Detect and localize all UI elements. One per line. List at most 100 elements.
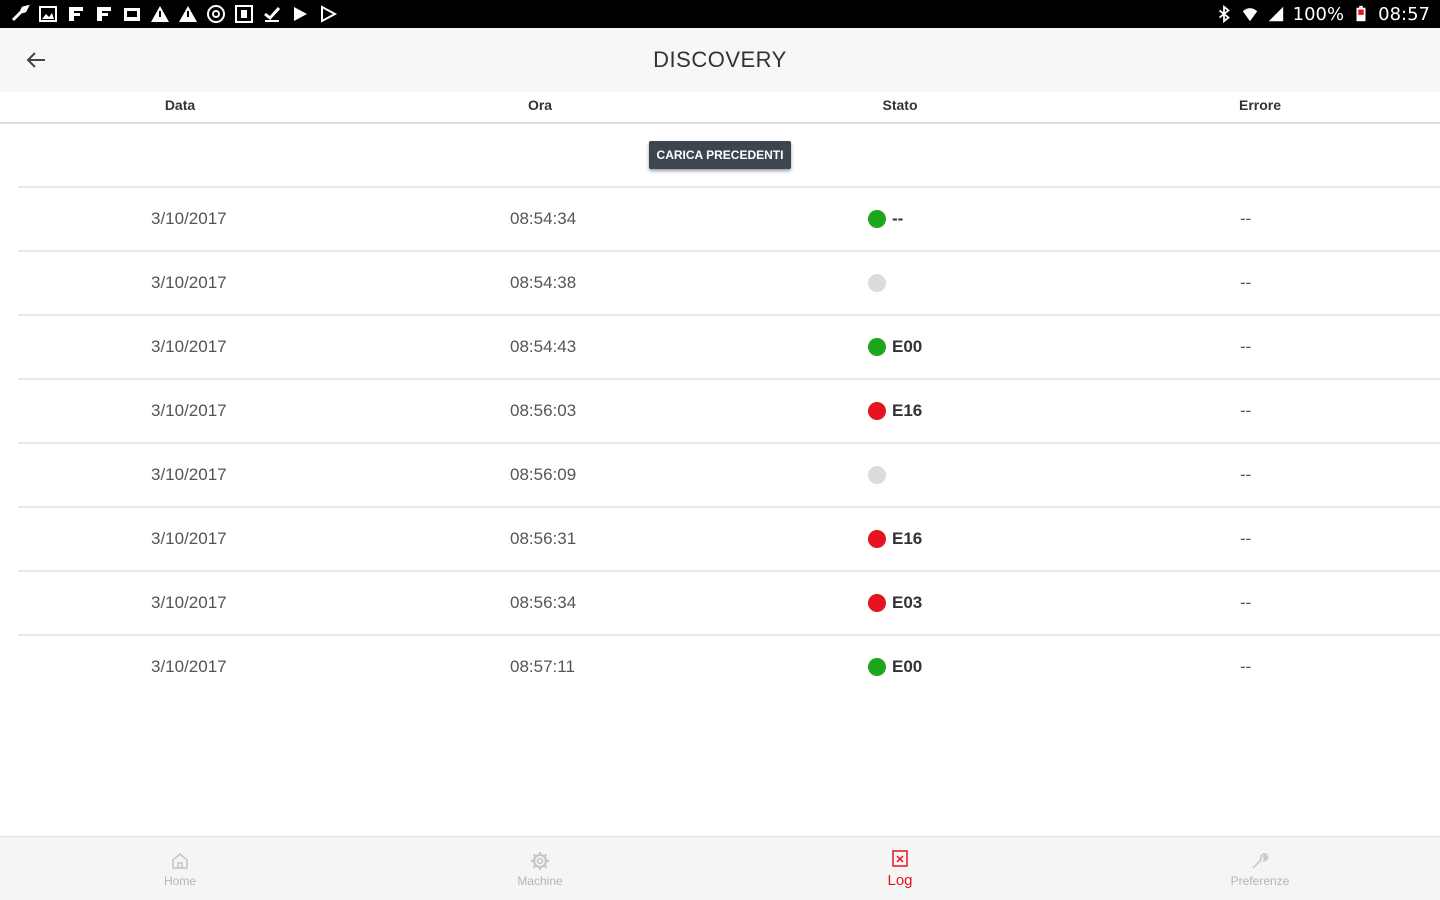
table-row[interactable]: 3/10/2017 08:56:09 -- [18, 442, 1440, 506]
row-error: -- [1240, 593, 1252, 612]
nav-label: Preferenze [1230, 873, 1290, 888]
row-date: 3/10/2017 [151, 593, 227, 612]
nav-label: Log [887, 872, 913, 889]
system-status: 100% 08:57 [1215, 4, 1430, 25]
back-button[interactable] [14, 44, 58, 76]
column-header-stato: Stato [882, 97, 918, 113]
play-icon [294, 7, 307, 21]
battery-percent: 100% [1292, 3, 1345, 25]
app-bar: DISCOVERY [0, 28, 1440, 92]
row-status: -- [868, 209, 903, 229]
status-dot-red [868, 530, 886, 548]
status-dot-green [868, 210, 886, 228]
at-icon [207, 5, 225, 23]
table-header: Data Ora Stato Errore [0, 92, 1440, 124]
row-time: 08:56:03 [510, 401, 577, 420]
wifi-icon [1242, 8, 1257, 22]
warning-icon [179, 6, 197, 22]
row-error: -- [1240, 209, 1252, 228]
check-icon [264, 6, 281, 22]
row-time: 08:56:34 [510, 593, 577, 612]
nav-machine[interactable]: Machine [360, 837, 720, 900]
log-icon [892, 850, 908, 867]
row-date: 3/10/2017 [151, 465, 227, 484]
home-icon [172, 852, 188, 869]
clock: 08:57 [1378, 3, 1430, 25]
row-status [868, 274, 892, 292]
signal-icon [1268, 6, 1283, 22]
notification-icons [10, 4, 338, 24]
status-bar: 100% 08:57 [0, 0, 1440, 28]
wrench-icon [11, 4, 30, 22]
gallery-icon [124, 8, 140, 21]
row-status: E16 [868, 401, 922, 421]
status-code: E03 [892, 593, 923, 612]
image-icon [39, 6, 57, 22]
row-date: 3/10/2017 [151, 337, 227, 356]
nav-preferences[interactable]: Preferenze [1080, 837, 1440, 900]
row-status [868, 466, 892, 484]
page-title: DISCOVERY [653, 47, 787, 72]
row-error: -- [1240, 401, 1252, 420]
status-code: E00 [892, 337, 923, 356]
row-date: 3/10/2017 [151, 529, 227, 548]
table-row[interactable]: 3/10/2017 08:56:31 E16 -- [18, 506, 1440, 570]
bluetooth-icon [1218, 5, 1230, 23]
nav-home[interactable]: Home [0, 837, 360, 900]
status-code: E16 [892, 529, 923, 548]
row-time: 08:54:43 [510, 337, 577, 356]
row-date: 3/10/2017 [151, 273, 227, 292]
row-error: -- [1240, 337, 1252, 356]
status-dot-red [868, 594, 886, 612]
play-icon [321, 5, 338, 23]
table-row[interactable]: 3/10/2017 08:54:38 -- [18, 250, 1440, 314]
column-header-errore: Errore [1238, 97, 1282, 113]
status-dot-green [868, 658, 886, 676]
status-dot-grey [868, 274, 886, 292]
nav-label: Home [163, 873, 196, 888]
f-icon [69, 7, 83, 21]
row-status: E00 [868, 657, 922, 677]
column-header-data: Data [164, 97, 196, 113]
status-dot-grey [868, 466, 886, 484]
status-code: -- [892, 209, 904, 228]
row-error: -- [1240, 529, 1252, 548]
log-table: 3/10/2017 08:54:34 -- -- 3/10/2017 08:54… [18, 186, 1440, 698]
row-status: E16 [868, 529, 922, 549]
table-row[interactable]: 3/10/2017 08:57:11 E00 -- [18, 634, 1440, 698]
wrench-icon [1252, 852, 1269, 869]
status-dot-red [868, 402, 886, 420]
bottom-navigation: Home Machine Log Preferenze [0, 836, 1440, 900]
row-error: -- [1240, 273, 1252, 292]
row-status: E03 [868, 593, 922, 613]
row-status: E00 [868, 337, 922, 357]
status-code: E00 [892, 657, 923, 676]
row-time: 08:54:38 [510, 273, 577, 292]
table-row[interactable]: 3/10/2017 08:54:43 E00 -- [18, 314, 1440, 378]
row-date: 3/10/2017 [151, 657, 227, 676]
calendar-icon [235, 5, 253, 23]
status-dot-green [868, 338, 886, 356]
column-header-ora: Ora [527, 97, 553, 113]
load-previous-button[interactable]: CARICA PRECEDENTI [648, 141, 792, 169]
row-error: -- [1240, 465, 1252, 484]
nav-label: Machine [517, 873, 563, 888]
table-row[interactable]: 3/10/2017 08:56:03 E16 -- [18, 378, 1440, 442]
row-time: 08:54:34 [510, 209, 577, 228]
gear-icon [531, 851, 549, 870]
row-date: 3/10/2017 [151, 401, 227, 420]
row-time: 08:56:31 [510, 529, 577, 548]
row-date: 3/10/2017 [151, 209, 227, 228]
row-time: 08:56:09 [510, 465, 577, 484]
table-row[interactable]: 3/10/2017 08:54:34 -- -- [18, 186, 1440, 250]
f-icon [97, 7, 111, 21]
row-error: -- [1240, 657, 1252, 676]
nav-log[interactable]: Log [720, 837, 1080, 900]
arrow-left-icon [26, 52, 45, 68]
load-previous-container: CARICA PRECEDENTI [0, 124, 1440, 186]
status-code: E16 [892, 401, 923, 420]
battery-icon [1356, 5, 1366, 22]
warning-icon [151, 6, 169, 22]
table-row[interactable]: 3/10/2017 08:56:34 E03 -- [18, 570, 1440, 634]
row-time: 08:57:11 [510, 657, 575, 676]
